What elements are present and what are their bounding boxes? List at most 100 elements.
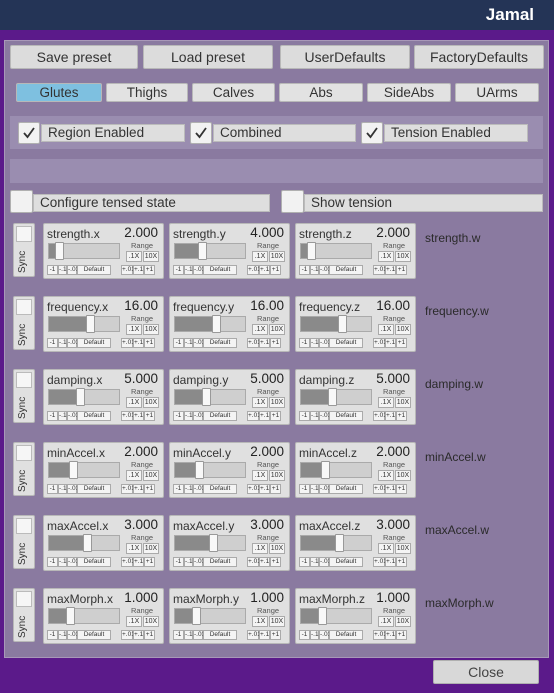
step-button[interactable]: -.01	[319, 630, 331, 640]
slider-track[interactable]	[48, 388, 120, 406]
step-button[interactable]: -.01	[67, 484, 79, 494]
step-button[interactable]: -.01	[319, 265, 331, 275]
step-button[interactable]: -1	[173, 265, 184, 275]
tab-glutes[interactable]: Glutes	[16, 83, 102, 102]
sync-toggle[interactable]: Sync	[13, 588, 35, 642]
slider-track[interactable]	[48, 607, 120, 625]
step-button[interactable]: Default	[77, 484, 111, 494]
step-button[interactable]: +.1	[133, 630, 144, 640]
slider-handle[interactable]	[321, 461, 330, 479]
user-defaults-button[interactable]: UserDefaults	[280, 45, 410, 69]
step-button[interactable]: +1	[144, 411, 155, 421]
slider-handle[interactable]	[66, 607, 75, 625]
step-button[interactable]: +.1	[259, 557, 270, 567]
step-button[interactable]: +.01	[247, 557, 261, 567]
range-decrease-button[interactable]: .1X	[378, 251, 394, 262]
step-button[interactable]: -.1	[184, 338, 193, 348]
step-button[interactable]: +1	[270, 411, 281, 421]
sync-toggle[interactable]: Sync	[13, 442, 35, 496]
range-decrease-button[interactable]: .1X	[378, 470, 394, 481]
step-button[interactable]: -1	[47, 411, 58, 421]
range-increase-button[interactable]: 10X	[395, 470, 411, 481]
step-button[interactable]: -.1	[58, 630, 67, 640]
tab-calves[interactable]: Calves	[192, 83, 275, 102]
sync-checkbox[interactable]	[16, 445, 32, 461]
step-button[interactable]: -.01	[193, 411, 205, 421]
step-button[interactable]: -1	[47, 265, 58, 275]
slider-handle[interactable]	[195, 461, 204, 479]
sync-checkbox[interactable]	[16, 299, 32, 315]
step-button[interactable]: +.01	[121, 265, 135, 275]
step-button[interactable]: +.01	[373, 265, 387, 275]
slider-track[interactable]	[48, 461, 120, 479]
step-button[interactable]: -1	[173, 630, 184, 640]
step-button[interactable]: +.1	[133, 557, 144, 567]
range-increase-button[interactable]: 10X	[269, 616, 285, 627]
slider-handle[interactable]	[192, 607, 201, 625]
step-button[interactable]: -1	[173, 338, 184, 348]
range-decrease-button[interactable]: .1X	[126, 251, 142, 262]
range-decrease-button[interactable]: .1X	[126, 397, 142, 408]
slider-track[interactable]	[300, 315, 372, 333]
step-button[interactable]: -.01	[319, 338, 331, 348]
range-increase-button[interactable]: 10X	[143, 543, 159, 554]
step-button[interactable]: -.1	[310, 338, 319, 348]
range-increase-button[interactable]: 10X	[395, 397, 411, 408]
step-button[interactable]: Default	[77, 630, 111, 640]
step-button[interactable]: -1	[299, 338, 310, 348]
step-button[interactable]: +.01	[121, 484, 135, 494]
range-decrease-button[interactable]: .1X	[378, 397, 394, 408]
step-button[interactable]: +.1	[133, 265, 144, 275]
range-increase-button[interactable]: 10X	[395, 543, 411, 554]
range-decrease-button[interactable]: .1X	[378, 543, 394, 554]
slider-track[interactable]	[174, 534, 246, 552]
step-button[interactable]: +.1	[133, 338, 144, 348]
step-button[interactable]: +.01	[373, 338, 387, 348]
step-button[interactable]: +1	[144, 265, 155, 275]
step-button[interactable]: +1	[396, 557, 407, 567]
step-button[interactable]: +.1	[259, 484, 270, 494]
factory-defaults-button[interactable]: FactoryDefaults	[414, 45, 544, 69]
slider-handle[interactable]	[335, 534, 344, 552]
range-decrease-button[interactable]: .1X	[252, 397, 268, 408]
load-preset-button[interactable]: Load preset	[143, 45, 273, 69]
range-increase-button[interactable]: 10X	[269, 324, 285, 335]
step-button[interactable]: Default	[203, 484, 237, 494]
slider-track[interactable]	[174, 315, 246, 333]
step-button[interactable]: +1	[396, 338, 407, 348]
step-button[interactable]: +.1	[385, 265, 396, 275]
step-button[interactable]: -.01	[67, 557, 79, 567]
sync-checkbox[interactable]	[16, 372, 32, 388]
slider-handle[interactable]	[328, 388, 337, 406]
step-button[interactable]: -.01	[193, 484, 205, 494]
sync-toggle[interactable]: Sync	[13, 515, 35, 569]
step-button[interactable]: +1	[270, 265, 281, 275]
step-button[interactable]: -.1	[58, 557, 67, 567]
slider-handle[interactable]	[209, 534, 218, 552]
slider-track[interactable]	[300, 534, 372, 552]
step-button[interactable]: -.01	[193, 630, 205, 640]
step-button[interactable]: +.01	[247, 411, 261, 421]
step-button[interactable]: -.1	[310, 630, 319, 640]
range-decrease-button[interactable]: .1X	[252, 543, 268, 554]
slider-track[interactable]	[174, 388, 246, 406]
step-button[interactable]: Default	[329, 484, 363, 494]
step-button[interactable]: +.1	[133, 411, 144, 421]
range-decrease-button[interactable]: .1X	[252, 324, 268, 335]
region-enabled-checkbox[interactable]	[18, 122, 40, 144]
sync-checkbox[interactable]	[16, 518, 32, 534]
step-button[interactable]: +1	[144, 630, 155, 640]
step-button[interactable]: -1	[47, 630, 58, 640]
tab-sideabs[interactable]: SideAbs	[367, 83, 451, 102]
sync-toggle[interactable]: Sync	[13, 223, 35, 277]
step-button[interactable]: -1	[299, 411, 310, 421]
slider-handle[interactable]	[83, 534, 92, 552]
slider-handle[interactable]	[202, 388, 211, 406]
slider-handle[interactable]	[318, 607, 327, 625]
save-preset-button[interactable]: Save preset	[10, 45, 138, 69]
step-button[interactable]: -1	[299, 265, 310, 275]
step-button[interactable]: -1	[173, 484, 184, 494]
step-button[interactable]: Default	[203, 630, 237, 640]
step-button[interactable]: Default	[77, 265, 111, 275]
step-button[interactable]: +.01	[121, 411, 135, 421]
